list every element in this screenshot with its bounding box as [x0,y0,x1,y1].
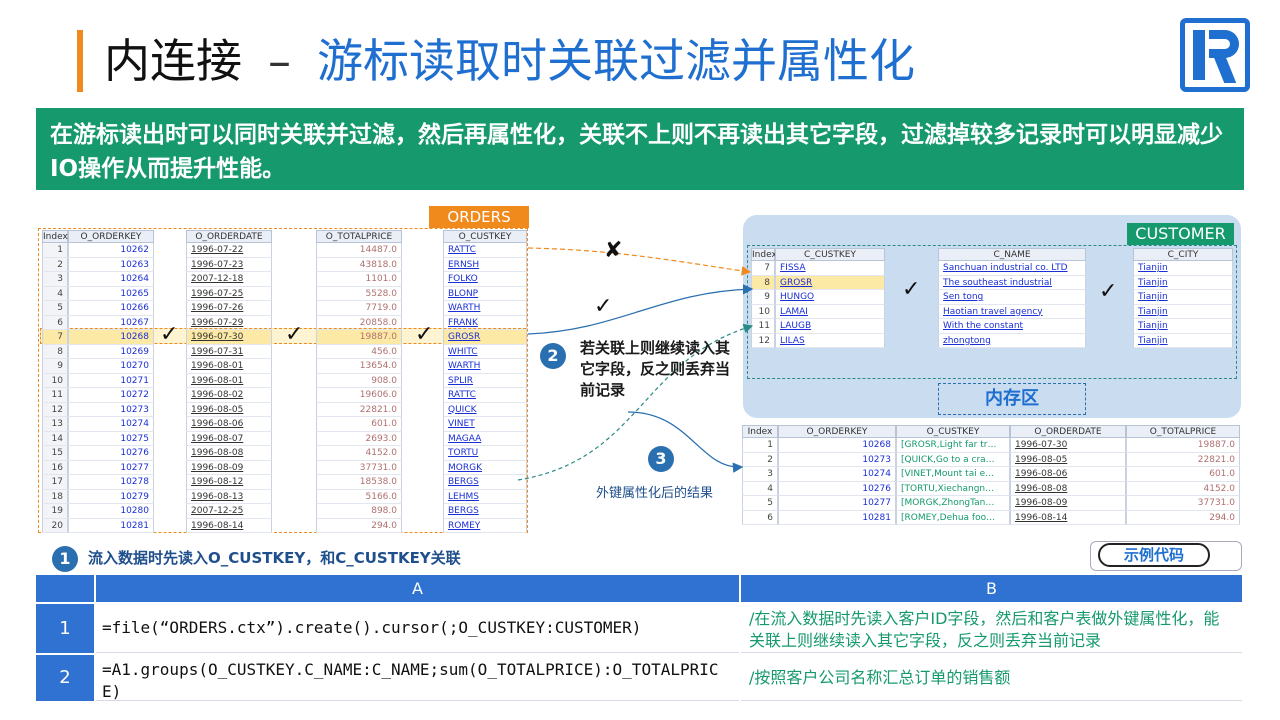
check-mark: ✓ [902,277,921,302]
step-3-badge: 3 [648,446,674,472]
example-code-label: 示例代码 [1098,543,1210,567]
grid-cell-b1[interactable]: /在流入数据时先读入客户ID字段，然后和客户表做外键属性化，能关联上则继续读入其… [741,604,1242,653]
grid-column-a-header[interactable]: A [96,575,739,602]
step-3-text: 外键属性化后的结果 [596,486,714,501]
grid-cell-a1[interactable]: =file(“ORDERS.ctx”).create().cursor(;O_C… [96,604,739,653]
grid-cell-b2[interactable]: /按照客户公司名称汇总订单的销售额 [741,655,1242,701]
check-mark: ✓ [285,322,304,347]
step-1-text: 流入数据时先读入O_CUSTKEY，和C_CUSTKEY关联 [88,549,461,567]
check-mark: ✓ [594,294,613,319]
grid-row-2-header[interactable]: 2 [36,655,94,701]
step-1-badge: 1 [52,546,78,572]
check-mark: ✓ [1099,279,1118,304]
check-mark: ✓ [160,322,179,347]
grid-row-1-header[interactable]: 1 [36,604,94,653]
grid-cell-a2[interactable]: =A1.groups(O_CUSTKEY.C_NAME:C_NAME;sum(O… [96,655,739,701]
check-mark: ✓ [415,322,434,347]
step-2-badge: 2 [540,343,566,369]
cross-mark: ✘ [604,238,623,263]
step-2-text: 若关联上则继续读入其它字段，反之则丢弃当前记录 [580,339,731,399]
grid-corner [36,575,94,602]
code-grid: A B 1 =file(“ORDERS.ctx”).create().curso… [36,575,1242,701]
grid-column-b-header[interactable]: B [741,575,1242,602]
